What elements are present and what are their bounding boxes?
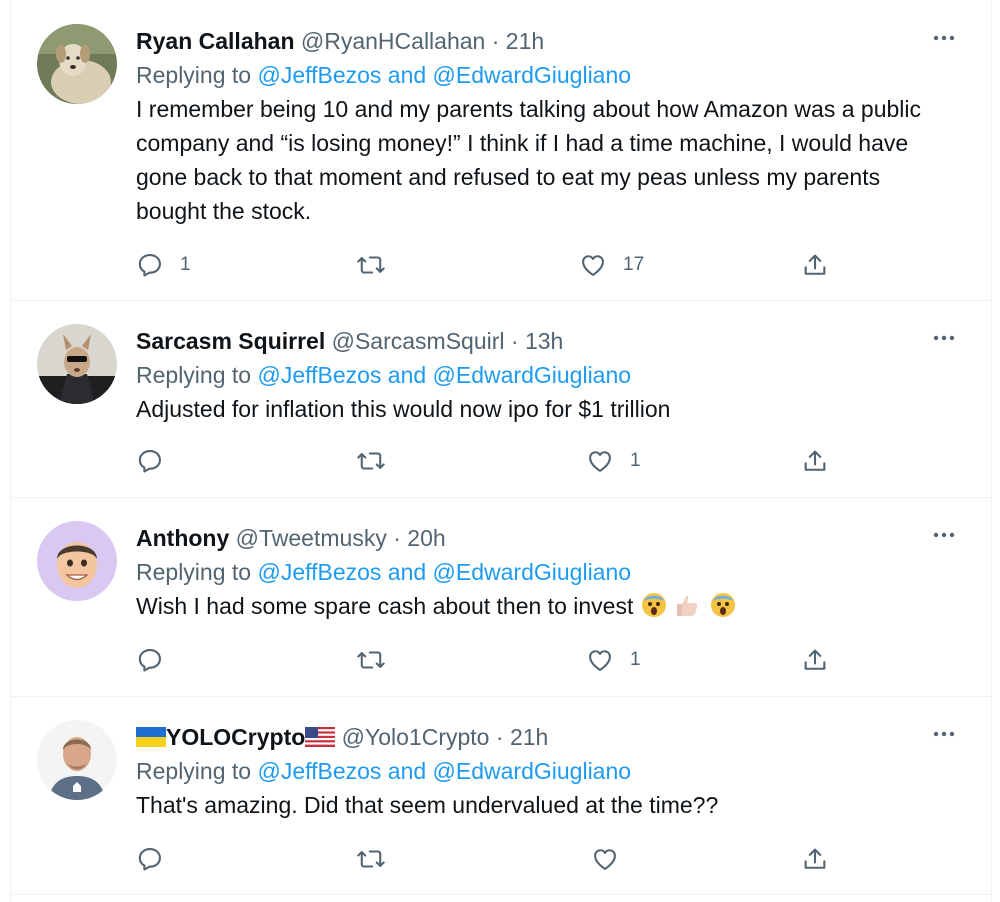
- more-dots-icon: [933, 35, 955, 41]
- handle[interactable]: @Tweetmusky: [236, 525, 387, 551]
- timestamp[interactable]: 20h: [407, 525, 445, 551]
- heart-icon: [594, 849, 616, 870]
- reply-icon: [138, 254, 161, 277]
- handle[interactable]: @SarcasmSquirl: [332, 328, 505, 354]
- retweet-button[interactable]: [356, 642, 402, 678]
- display-name[interactable]: YOLOCrypto: [166, 724, 305, 750]
- separator-dot: ·: [510, 328, 519, 354]
- mention-link[interactable]: @JeffBezos and @EdwardGiugliano: [257, 362, 631, 388]
- separator-dot: ·: [491, 28, 500, 54]
- timestamp[interactable]: 13h: [525, 328, 563, 354]
- heart-icon: [582, 255, 604, 276]
- reply-icon: [138, 848, 161, 871]
- more-options-button[interactable]: [929, 28, 959, 48]
- more-options-button[interactable]: [929, 724, 959, 744]
- tweet-text: That's amazing. Did that seem undervalue…: [136, 792, 719, 818]
- mention-link[interactable]: @JeffBezos and @EdwardGiugliano: [257, 559, 631, 585]
- share-icon: [804, 254, 826, 275]
- share-button[interactable]: [801, 247, 829, 283]
- retweet-button[interactable]: [356, 443, 402, 479]
- dog-avatar-icon: [37, 24, 117, 104]
- separator-dot: ·: [495, 724, 504, 750]
- action-bar: 1: [136, 642, 856, 678]
- avatar[interactable]: [37, 24, 117, 104]
- reply-button[interactable]: [136, 642, 180, 678]
- tweet[interactable]: Ryan Callahan @RyanHCallahan · 21h Reply…: [11, 0, 991, 301]
- action-bar: 1 17: [136, 247, 856, 283]
- action-bar: [136, 841, 856, 877]
- replying-prefix: Replying to: [136, 758, 252, 784]
- scream-emoji-icon: [641, 593, 666, 617]
- tweet[interactable]: YOLOCrypto @Yolo1Crypto · 21h Replying t…: [11, 696, 991, 895]
- separator-dot: ·: [393, 525, 401, 551]
- timestamp[interactable]: 21h: [506, 28, 544, 54]
- retweet-icon: [357, 850, 385, 868]
- tweet-text: I remember being 10 and my parents talki…: [136, 96, 921, 224]
- display-name[interactable]: Ryan Callahan: [136, 28, 295, 54]
- like-button[interactable]: 1: [586, 642, 641, 678]
- heart-icon: [589, 451, 611, 472]
- reply-icon: [138, 450, 161, 473]
- display-name[interactable]: Anthony: [136, 525, 229, 551]
- reply-button[interactable]: [136, 443, 180, 479]
- tweet-text: Adjusted for inflation this would now ip…: [136, 396, 671, 422]
- share-icon: [804, 649, 826, 670]
- retweet-icon: [357, 452, 385, 470]
- reply-button[interactable]: [136, 841, 180, 877]
- mention-link[interactable]: @JeffBezos and @EdwardGiugliano: [257, 758, 631, 784]
- share-button[interactable]: [801, 443, 829, 479]
- share-button[interactable]: [801, 642, 829, 678]
- replying-prefix: Replying to: [136, 362, 252, 388]
- us-flag-icon: [305, 727, 336, 747]
- like-count: 1: [630, 649, 641, 670]
- like-count: 1: [630, 450, 641, 471]
- more-options-button[interactable]: [929, 525, 959, 545]
- memoji-avatar-icon: [37, 521, 117, 601]
- display-name[interactable]: Sarcasm Squirrel: [136, 328, 325, 354]
- replying-prefix: Replying to: [136, 62, 252, 88]
- squirrel-avatar-icon: [37, 324, 117, 404]
- share-icon: [804, 450, 826, 471]
- tweet[interactable]: Anthony @Tweetmusky · 20h Replying to @J…: [11, 497, 991, 697]
- handle[interactable]: @Yolo1Crypto: [342, 724, 490, 750]
- like-count: 17: [623, 254, 645, 275]
- thumbs-up-emoji-icon: [677, 595, 698, 616]
- like-button[interactable]: [591, 841, 635, 877]
- heart-icon: [589, 650, 611, 671]
- tweet-text: Wish I had some spare cash about then to…: [136, 589, 951, 623]
- reply-icon: [138, 649, 161, 672]
- action-bar: 1: [136, 443, 856, 479]
- ukraine-flag-icon: [136, 727, 166, 747]
- more-dots-icon: [933, 532, 955, 538]
- handle[interactable]: @RyanHCallahan: [301, 28, 485, 54]
- avatar[interactable]: [37, 324, 117, 404]
- person-avatar-icon: [37, 720, 117, 800]
- more-dots-icon: [933, 731, 955, 737]
- replying-to: Replying to @JeffBezos and @EdwardGiugli…: [136, 58, 951, 92]
- reply-thread: Ryan Callahan @RyanHCallahan · 21h Reply…: [10, 0, 992, 902]
- retweet-button[interactable]: [356, 841, 402, 877]
- retweet-button[interactable]: [356, 247, 402, 283]
- timestamp[interactable]: 21h: [510, 724, 548, 750]
- more-dots-icon: [933, 335, 955, 341]
- retweet-icon: [357, 651, 385, 669]
- replying-to: Replying to @JeffBezos and @EdwardGiugli…: [136, 555, 951, 589]
- like-button[interactable]: 17: [579, 247, 644, 283]
- share-button[interactable]: [801, 841, 829, 877]
- replying-prefix: Replying to: [136, 559, 252, 585]
- scream-emoji-icon: [710, 593, 735, 617]
- like-button[interactable]: 1: [586, 443, 641, 479]
- avatar[interactable]: [37, 720, 117, 800]
- reply-button[interactable]: 1: [136, 247, 191, 283]
- tweet[interactable]: Sarcasm Squirrel @SarcasmSquirl · 13h Re…: [11, 300, 991, 498]
- tweet-text-body: Wish I had some spare cash about then to…: [136, 593, 634, 619]
- replying-to: Replying to @JeffBezos and @EdwardGiugli…: [136, 754, 951, 788]
- replying-to: Replying to @JeffBezos and @EdwardGiugli…: [136, 358, 951, 392]
- mention-link[interactable]: @JeffBezos and @EdwardGiugliano: [257, 62, 631, 88]
- reply-count: 1: [180, 254, 191, 275]
- more-options-button[interactable]: [929, 328, 959, 348]
- avatar[interactable]: [37, 521, 117, 601]
- share-icon: [804, 848, 826, 869]
- retweet-icon: [357, 256, 385, 274]
